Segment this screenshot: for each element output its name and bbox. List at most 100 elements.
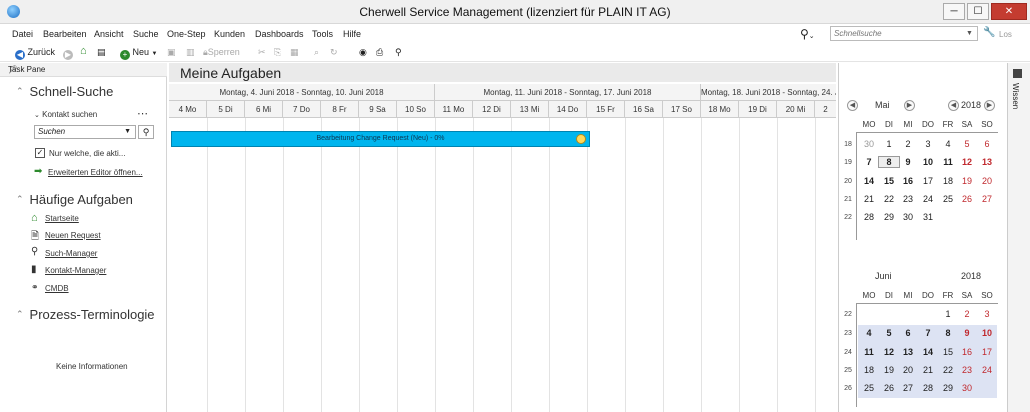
calendar-day[interactable]: 30	[898, 212, 918, 222]
calendar-day[interactable]: 14	[859, 176, 879, 186]
calendar-day[interactable]: 7	[918, 328, 938, 338]
lock-button[interactable]: 🔒︎Sperren	[203, 47, 240, 58]
calendar-day[interactable]: 16	[957, 347, 977, 357]
calendar-day[interactable]: 4	[859, 328, 879, 338]
calendar-day[interactable]: 12	[879, 347, 899, 357]
save-icon[interactable]: ▣	[167, 47, 176, 58]
calendar-day[interactable]: 30	[859, 139, 879, 149]
calendar-day[interactable]: 29	[938, 383, 958, 393]
calendar-day[interactable]: 24	[918, 194, 938, 204]
new-button[interactable]: + Neu ▼	[120, 47, 158, 60]
task-bar[interactable]: Bearbeitung Change Request (Neu) - 0%	[171, 131, 590, 147]
process-terminology-section[interactable]: ⌃ Prozess-Terminologie	[16, 307, 155, 322]
print-icon[interactable]: ⎙	[376, 47, 383, 58]
calendar-day[interactable]: 11	[859, 347, 879, 357]
copy-icon[interactable]: ⎘	[274, 47, 281, 58]
menu-dashboards[interactable]: Dashboards	[255, 29, 304, 39]
calendar-day-selected[interactable]: 8	[878, 156, 900, 168]
calendar-day[interactable]: 15	[879, 176, 899, 186]
dashboard-icon[interactable]: ▤	[97, 47, 106, 58]
dropdown-icon[interactable]: ▼	[124, 126, 131, 138]
knowledge-side-tab[interactable]: Wissen	[1007, 63, 1030, 412]
calendar-day[interactable]: 22	[938, 365, 958, 375]
calendar-day[interactable]: 29	[879, 212, 899, 222]
calendar-day[interactable]: 12	[957, 157, 977, 167]
calendar-day[interactable]: 23	[898, 194, 918, 204]
calendar-day[interactable]: 5	[879, 328, 899, 338]
calendar-day[interactable]: 18	[859, 365, 879, 375]
minimize-button[interactable]: ─	[943, 3, 965, 20]
calendar-day[interactable]: 24	[977, 365, 997, 375]
calendar-day[interactable]: 14	[918, 347, 938, 357]
menu-suche[interactable]: Suche	[133, 29, 159, 39]
calendar-day[interactable]: 28	[918, 383, 938, 393]
calendar-day[interactable]: 27	[977, 194, 997, 204]
calendar-day[interactable]: 19	[879, 365, 899, 375]
calendar-day[interactable]: 9	[898, 157, 918, 167]
back-button[interactable]: ◀ Zurück	[15, 47, 55, 60]
calendar-day[interactable]: 16	[898, 176, 918, 186]
calendar-day[interactable]: 17	[918, 176, 938, 186]
calendar-day[interactable]: 25	[938, 194, 958, 204]
magnifier-icon[interactable]: ⚲	[395, 47, 402, 58]
calendar-day[interactable]: 11	[938, 157, 958, 167]
menu-ansicht[interactable]: Ansicht	[94, 29, 124, 39]
calendar-day[interactable]: 6	[898, 328, 918, 338]
eye-icon[interactable]: ◉	[359, 47, 367, 58]
calendar-day[interactable]: 4	[938, 139, 958, 149]
link-such-manager[interactable]: Such-Manager	[45, 249, 97, 258]
search-icon[interactable]: ⚲	[138, 125, 154, 139]
link-startseite[interactable]: Startseite	[45, 214, 79, 223]
chevron-down-icon[interactable]: ▼	[966, 30, 973, 37]
cut-icon[interactable]: ✂	[258, 47, 266, 58]
quick-search-input[interactable]	[830, 26, 978, 41]
refresh-icon[interactable]: ↻	[330, 47, 338, 58]
close-button[interactable]: ✕	[991, 3, 1027, 20]
calendar-day[interactable]: 20	[977, 176, 997, 186]
calendar-day[interactable]: 28	[859, 212, 879, 222]
calendar-day[interactable]: 31	[918, 212, 938, 222]
previous-year-button[interactable]: ◀	[948, 100, 959, 111]
frequent-tasks-section[interactable]: ⌃ Häufige Aufgaben	[16, 192, 133, 207]
calendar-day[interactable]: 26	[957, 194, 977, 204]
maximize-button[interactable]: ☐	[967, 3, 989, 20]
calendar-day[interactable]: 13	[898, 347, 918, 357]
calendar-day[interactable]: 5	[957, 139, 977, 149]
calendar-day[interactable]: 3	[918, 139, 938, 149]
calendar-day[interactable]: 20	[898, 365, 918, 375]
calendar-day[interactable]: 22	[879, 194, 899, 204]
menu-hilfe[interactable]: Hilfe	[343, 29, 361, 39]
calendar-day[interactable]: 15	[938, 347, 958, 357]
paste-icon[interactable]: ▦	[290, 47, 299, 58]
calendar-day[interactable]: 17	[977, 347, 997, 357]
calendar-day[interactable]: 2	[898, 139, 918, 149]
calendar-day[interactable]: 3	[977, 309, 997, 319]
calendar-day[interactable]: 1	[879, 139, 899, 149]
link-kontakt-manager[interactable]: Kontakt-Manager	[45, 266, 106, 275]
calendar-day[interactable]: 25	[859, 383, 879, 393]
next-year-button[interactable]: ▶	[984, 100, 995, 111]
search-go-button[interactable]: Los	[999, 30, 1012, 39]
calendar-day[interactable]: 27	[898, 383, 918, 393]
next-month-button[interactable]: ▶	[904, 100, 915, 111]
advanced-editor-link[interactable]: Erweiterten Editor öffnen...	[48, 168, 143, 177]
calendar-day[interactable]: 10	[918, 157, 938, 167]
delete-icon[interactable]: ▥	[186, 47, 195, 58]
calendar-day[interactable]: 8	[938, 328, 958, 338]
quick-search-section[interactable]: ⌃ Schnell-Suche	[16, 84, 113, 99]
calendar-day[interactable]: 26	[879, 383, 899, 393]
calendar-day[interactable]: 9	[957, 328, 977, 338]
menu-bearbeiten[interactable]: Bearbeiten	[43, 29, 87, 39]
calendar-day[interactable]: 18	[938, 176, 958, 186]
contact-search-input[interactable]: Suchen ▼	[34, 125, 136, 139]
calendar-day[interactable]: 10	[977, 328, 997, 338]
link-neuen-request[interactable]: Neuen Request	[45, 231, 101, 240]
home-icon[interactable]: ⌂	[80, 45, 87, 57]
attach-icon[interactable]: ⌕	[314, 47, 319, 58]
link-cmdb[interactable]: CMDB	[45, 284, 69, 293]
calendar-day[interactable]: 7	[859, 157, 879, 167]
search-type-selector[interactable]: ⌄ Kontakt suchen	[34, 110, 97, 119]
previous-month-button[interactable]: ◀	[847, 100, 858, 111]
menu-datei[interactable]: Datei	[12, 29, 33, 39]
calendar-day[interactable]: 6	[977, 139, 997, 149]
